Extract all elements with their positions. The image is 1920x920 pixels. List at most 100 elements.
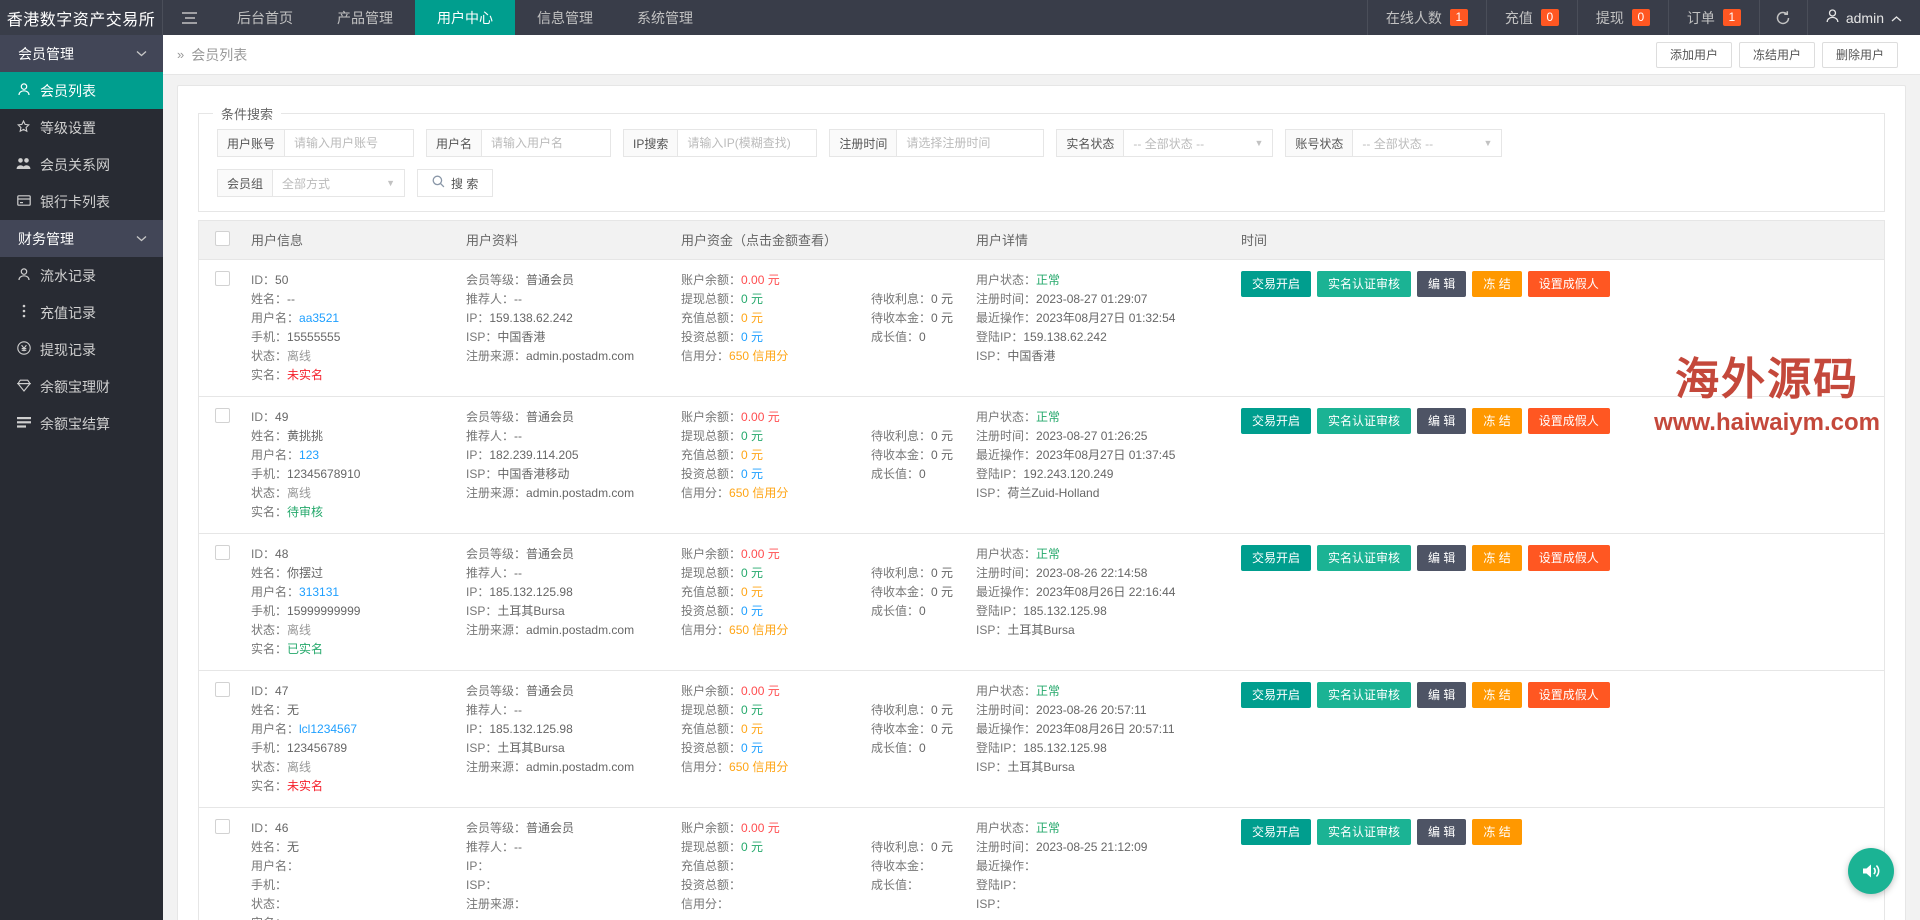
row-action-2[interactable]: 编 辑 bbox=[1417, 819, 1466, 845]
row-action-1[interactable]: 实名认证审核 bbox=[1317, 545, 1411, 571]
nav-item-1[interactable]: 产品管理 bbox=[315, 0, 415, 35]
username-input[interactable] bbox=[481, 129, 611, 157]
sidebar-item-label-level-settings: 等级设置 bbox=[40, 118, 96, 138]
stat-withdraw[interactable]: 提现 0 bbox=[1577, 0, 1668, 35]
stat-recharge[interactable]: 充值 0 bbox=[1486, 0, 1577, 35]
row-action-4[interactable]: 设置成假人 bbox=[1528, 545, 1610, 571]
hamburger-icon[interactable] bbox=[163, 0, 215, 35]
row-withdraw-total[interactable]: 提现总额：0 元 bbox=[681, 427, 855, 446]
row-realname: 实名：已实名 bbox=[251, 640, 450, 659]
sidebar-group-finance[interactable]: 财务管理 bbox=[0, 220, 163, 257]
row-recharge-total[interactable]: 充值总额：0 元 bbox=[681, 309, 855, 328]
row-action-3[interactable]: 冻 结 bbox=[1472, 408, 1521, 434]
row-action-3[interactable]: 冻 结 bbox=[1472, 545, 1521, 571]
row-balance[interactable]: 账户余额：0.00 元 bbox=[681, 271, 855, 290]
row-action-2[interactable]: 编 辑 bbox=[1417, 408, 1466, 434]
row-invest-total[interactable]: 投资总额： bbox=[681, 876, 855, 895]
row-reg-time: 注册时间：2023-08-26 22:14:58 bbox=[976, 564, 1225, 583]
row-action-2[interactable]: 编 辑 bbox=[1417, 682, 1466, 708]
row-checkbox[interactable] bbox=[215, 819, 230, 834]
refresh-icon[interactable] bbox=[1759, 0, 1807, 35]
sidebar-item-level-settings[interactable]: 等级设置 bbox=[0, 109, 163, 146]
nav-item-4[interactable]: 系统管理 bbox=[615, 0, 715, 35]
row-action-0[interactable]: 交易开启 bbox=[1241, 271, 1311, 297]
search-submit-button[interactable]: 搜 索 bbox=[417, 169, 493, 197]
ip-search-input[interactable] bbox=[677, 129, 817, 157]
row-invest-total[interactable]: 投资总额：0 元 bbox=[681, 739, 855, 758]
row-action-2[interactable]: 编 辑 bbox=[1417, 545, 1466, 571]
sound-icon[interactable] bbox=[1848, 848, 1894, 894]
row-recharge-total[interactable]: 充值总额：0 元 bbox=[681, 583, 855, 602]
account-status-select[interactable]: -- 全部状态 -- ▼ bbox=[1352, 129, 1502, 157]
nav-item-2[interactable]: 用户中心 bbox=[415, 0, 515, 35]
user-account-input[interactable] bbox=[284, 129, 414, 157]
row-action-0[interactable]: 交易开启 bbox=[1241, 819, 1311, 845]
row-withdraw-total[interactable]: 提现总额：0 元 bbox=[681, 564, 855, 583]
row-withdraw-total[interactable]: 提现总额：0 元 bbox=[681, 290, 855, 309]
cell-user-detail: 用户状态：正常注册时间：2023-08-26 22:14:58最近操作：2023… bbox=[968, 533, 1233, 670]
row-recharge-total[interactable]: 充值总额：0 元 bbox=[681, 446, 855, 465]
add-user-button[interactable]: 添加用户 bbox=[1656, 42, 1732, 68]
row-state: 状态：离线 bbox=[251, 347, 450, 366]
row-action-3[interactable]: 冻 结 bbox=[1472, 271, 1521, 297]
row-pending-interest: 待收利息：0 元 bbox=[871, 564, 960, 583]
row-action-4[interactable]: 设置成假人 bbox=[1528, 682, 1610, 708]
row-action-4[interactable]: 设置成假人 bbox=[1528, 271, 1610, 297]
row-balance[interactable]: 账户余额：0.00 元 bbox=[681, 545, 855, 564]
row-action-1[interactable]: 实名认证审核 bbox=[1317, 819, 1411, 845]
row-balance[interactable]: 账户余额：0.00 元 bbox=[681, 819, 855, 838]
freeze-user-button[interactable]: 冻结用户 bbox=[1739, 42, 1815, 68]
row-isp: ISP：中国香港 bbox=[466, 328, 665, 347]
row-action-1[interactable]: 实名认证审核 bbox=[1317, 271, 1411, 297]
nav-item-3[interactable]: 信息管理 bbox=[515, 0, 615, 35]
row-action-3[interactable]: 冻 结 bbox=[1472, 819, 1521, 845]
sidebar-group-member[interactable]: 会员管理 bbox=[0, 35, 163, 72]
row-balance[interactable]: 账户余额：0.00 元 bbox=[681, 408, 855, 427]
sidebar-item-member-list[interactable]: 会员列表 bbox=[0, 72, 163, 109]
sidebar-item-recharge-records[interactable]: 充值记录 bbox=[0, 294, 163, 331]
nav-item-0[interactable]: 后台首页 bbox=[215, 0, 315, 35]
sidebar-item-bank-card-list[interactable]: 银行卡列表 bbox=[0, 183, 163, 220]
sidebar-item-yuebao-finance[interactable]: 余额宝理财 bbox=[0, 368, 163, 405]
row-invest-total[interactable]: 投资总额：0 元 bbox=[681, 465, 855, 484]
row-recharge-total[interactable]: 充值总额：0 元 bbox=[681, 720, 855, 739]
select-all-checkbox[interactable] bbox=[215, 231, 230, 246]
sidebar-item-withdraw-records[interactable]: 提现记录 bbox=[0, 331, 163, 368]
stat-online-users[interactable]: 在线人数 1 bbox=[1367, 0, 1486, 35]
row-action-0[interactable]: 交易开启 bbox=[1241, 545, 1311, 571]
row-action-1[interactable]: 实名认证审核 bbox=[1317, 682, 1411, 708]
member-group-select[interactable]: 全部方式 ▼ bbox=[272, 169, 405, 197]
row-withdraw-total[interactable]: 提现总额：0 元 bbox=[681, 701, 855, 720]
realname-status-select[interactable]: -- 全部状态 -- ▼ bbox=[1123, 129, 1273, 157]
row-name: 姓名：-- bbox=[251, 290, 450, 309]
row-balance[interactable]: 账户余额：0.00 元 bbox=[681, 682, 855, 701]
row-state: 状态：离线 bbox=[251, 621, 450, 640]
sidebar-item-flow-records[interactable]: 流水记录 bbox=[0, 257, 163, 294]
row-action-1[interactable]: 实名认证审核 bbox=[1317, 408, 1411, 434]
row-growth: 成长值：0 bbox=[871, 328, 960, 347]
cell-row-actions: 交易开启实名认证审核编 辑冻 结设置成假人 bbox=[1233, 533, 1884, 670]
register-time-input[interactable] bbox=[896, 129, 1044, 157]
user-menu[interactable]: admin bbox=[1807, 0, 1920, 35]
row-checkbox[interactable] bbox=[215, 271, 230, 286]
row-invest-total[interactable]: 投资总额：0 元 bbox=[681, 328, 855, 347]
row-pending-principal: 待收本金： bbox=[871, 857, 960, 876]
delete-user-button[interactable]: 删除用户 bbox=[1822, 42, 1898, 68]
row-checkbox[interactable] bbox=[215, 682, 230, 697]
row-action-4[interactable]: 设置成假人 bbox=[1528, 408, 1610, 434]
row-checkbox[interactable] bbox=[215, 545, 230, 560]
row-action-2[interactable]: 编 辑 bbox=[1417, 271, 1466, 297]
sidebar-item-relation-network[interactable]: 会员关系网 bbox=[0, 146, 163, 183]
sidebar-item-yuebao-settlement[interactable]: 余额宝结算 bbox=[0, 405, 163, 442]
row-action-0[interactable]: 交易开启 bbox=[1241, 408, 1311, 434]
cell-user-detail: 用户状态：正常注册时间：2023-08-25 21:12:09最近操作：登陆IP… bbox=[968, 807, 1233, 920]
row-action-0[interactable]: 交易开启 bbox=[1241, 682, 1311, 708]
row-checkbox[interactable] bbox=[215, 408, 230, 423]
row-invest-total[interactable]: 投资总额：0 元 bbox=[681, 602, 855, 621]
row-recharge-total[interactable]: 充值总额： bbox=[681, 857, 855, 876]
row-action-3[interactable]: 冻 结 bbox=[1472, 682, 1521, 708]
row-select-cell bbox=[199, 807, 243, 920]
stat-orders[interactable]: 订单 1 bbox=[1668, 0, 1759, 35]
row-isp: ISP：土耳其Bursa bbox=[466, 739, 665, 758]
row-withdraw-total[interactable]: 提现总额：0 元 bbox=[681, 838, 855, 857]
